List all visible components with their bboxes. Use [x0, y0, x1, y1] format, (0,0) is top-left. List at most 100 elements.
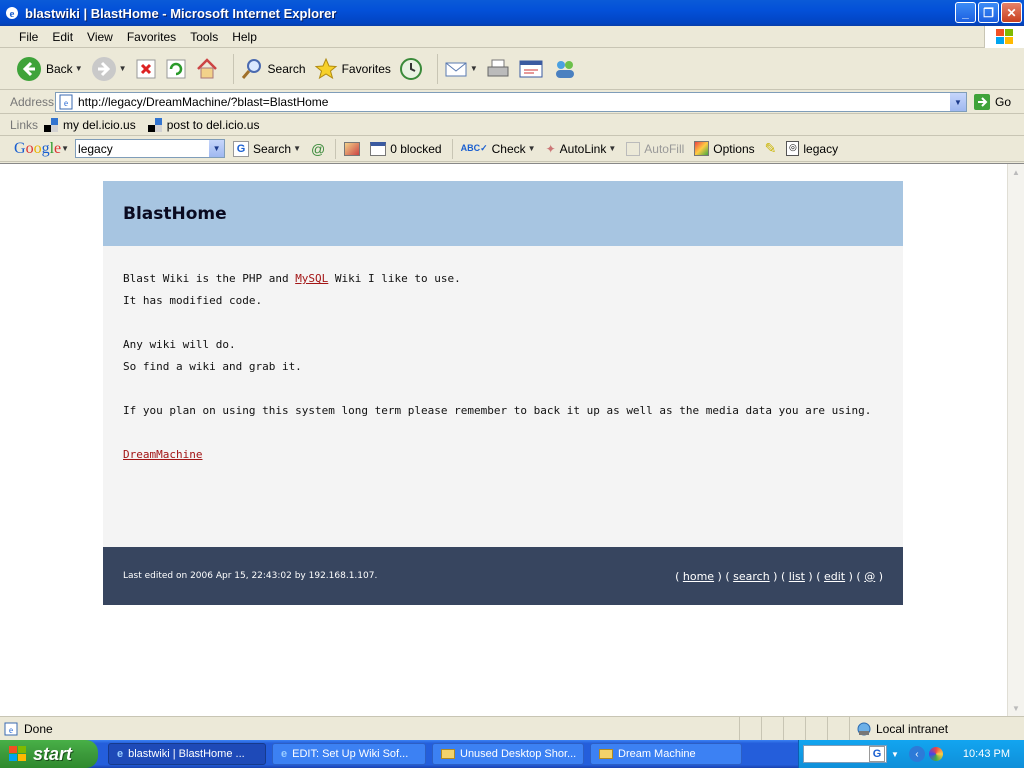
delicious-icon — [44, 117, 59, 132]
menu-bar: File Edit View Favorites Tools Help — [0, 26, 1024, 48]
find-icon: ◎ — [786, 141, 800, 156]
menu-tools[interactable]: Tools — [183, 30, 225, 44]
printer-icon — [487, 59, 509, 76]
scroll-down-icon[interactable]: ▼ — [1008, 700, 1024, 717]
start-label: start — [33, 743, 73, 764]
link-post-to-delicious[interactable]: post to del.icio.us — [147, 117, 259, 132]
history-button[interactable] — [399, 57, 423, 81]
forward-arrow-icon — [91, 56, 116, 81]
tray-expand-icon[interactable]: ‹ — [908, 746, 925, 762]
chevron-down-icon[interactable]: ▼ — [75, 64, 83, 73]
nav-home-link[interactable]: home — [683, 570, 714, 583]
content-line: If you plan on using this system long te… — [123, 404, 872, 417]
chevron-down-icon[interactable]: ▼ — [209, 140, 225, 157]
content-line: Blast Wiki is the PHP and MySQL Wiki I l… — [123, 272, 461, 285]
google-logo[interactable]: Google — [14, 140, 61, 158]
menu-help[interactable]: Help — [225, 30, 264, 44]
chevron-down-icon[interactable]: ▼ — [119, 64, 127, 73]
go-label: Go — [995, 95, 1012, 109]
options-icon — [694, 141, 710, 156]
vertical-scrollbar[interactable]: ▲ ▼ — [1007, 164, 1024, 717]
content-line: So find a wiki and grab it. — [123, 360, 302, 373]
options-button[interactable]: Options — [694, 141, 755, 156]
chevron-down-icon[interactable]: ▼ — [470, 64, 478, 73]
dreammachine-link[interactable]: DreamMachine — [123, 448, 202, 461]
clock[interactable]: 10:43 PM — [963, 748, 1010, 760]
status-bar: e Done Local intranet — [0, 716, 1024, 740]
autofill-button[interactable]: AutoFill — [626, 141, 684, 156]
ie-icon: e — [4, 5, 20, 21]
autolink-button[interactable]: ✦ AutoLink ▼ — [546, 142, 617, 156]
task-dream-machine[interactable]: Dream Machine — [590, 743, 742, 765]
print-button[interactable] — [486, 57, 510, 81]
mysql-link[interactable]: MySQL — [295, 272, 328, 285]
search-label: Search — [267, 61, 306, 76]
forward-button[interactable]: ▼ — [91, 56, 127, 82]
word-find-button[interactable]: ◎ legacy — [786, 141, 838, 156]
back-label: Back — [46, 61, 73, 76]
menu-favorites[interactable]: Favorites — [120, 30, 183, 44]
task-unused-desktop[interactable]: Unused Desktop Shor... — [432, 743, 584, 765]
nav-edit-link[interactable]: edit — [824, 570, 845, 583]
mail-button[interactable]: ▼ — [444, 57, 478, 81]
link-my-delicious[interactable]: my del.icio.us — [44, 117, 136, 132]
nav-search-link[interactable]: search — [733, 570, 770, 583]
menu-file[interactable]: File — [12, 30, 45, 44]
favorites-button[interactable]: Favorites — [314, 57, 391, 81]
home-button[interactable] — [195, 57, 219, 81]
star-icon — [314, 57, 337, 79]
spellcheck-icon: ABC✓ — [460, 143, 488, 153]
content-line: It has modified code. — [123, 294, 263, 307]
edit-button[interactable] — [518, 57, 544, 81]
scroll-up-icon[interactable]: ▲ — [1008, 164, 1024, 181]
search-button[interactable]: Search — [240, 57, 306, 81]
task-edit-wiki[interactable]: e EDIT: Set Up Wiki Sof... — [272, 743, 426, 765]
google-search-input[interactable]: legacy ▼ — [75, 139, 226, 158]
chevron-down-icon[interactable]: ▼ — [950, 93, 966, 111]
search-icon — [241, 58, 261, 79]
restore-button[interactable]: ❐ — [978, 2, 999, 23]
spellcheck-button[interactable]: ABC✓ Check ▼ — [461, 142, 536, 156]
address-url: http://legacy/DreamMachine/?blast=BlastH… — [78, 95, 329, 109]
popup-blocker-button[interactable]: 0 blocked — [370, 141, 442, 156]
google-search-button[interactable]: G Search ▼ — [233, 140, 301, 157]
go-button[interactable]: Go — [973, 93, 1011, 111]
news-icon — [344, 141, 361, 156]
highlight-button[interactable]: ✎ — [765, 140, 777, 157]
news-button[interactable] — [344, 141, 361, 156]
nav-list-link[interactable]: list — [789, 570, 805, 583]
go-arrow-icon — [974, 94, 990, 110]
minimize-button[interactable]: _ — [955, 2, 976, 23]
close-button[interactable]: ✕ — [1001, 2, 1022, 23]
task-blastwiki[interactable]: e blastwiki | BlastHome ... — [108, 743, 266, 765]
title-bar[interactable]: e blastwiki | BlastHome - Microsoft Inte… — [0, 0, 1024, 26]
chevron-down-icon[interactable]: ▼ — [528, 144, 536, 153]
pagerank-button[interactable]: @ — [311, 141, 325, 157]
highlighter-icon: ✎ — [764, 140, 777, 156]
taskbar: start e blastwiki | BlastHome ... e EDIT… — [0, 740, 1024, 768]
menu-edit[interactable]: Edit — [45, 30, 80, 44]
google-g-icon: G — [869, 746, 885, 762]
history-icon — [399, 57, 422, 80]
browser-tray-icon[interactable] — [928, 747, 943, 761]
address-input[interactable]: e http://legacy/DreamMachine/?blast=Blas… — [55, 92, 967, 112]
refresh-icon — [166, 59, 186, 78]
stop-icon — [136, 59, 156, 78]
folder-icon — [599, 749, 613, 759]
refresh-button[interactable] — [165, 58, 187, 80]
chevron-down-icon[interactable]: ▼ — [608, 144, 616, 153]
back-button[interactable]: Back ▼ — [16, 56, 83, 82]
chevron-down-icon[interactable]: ▼ — [61, 144, 69, 153]
desktop-search-input[interactable]: G — [803, 745, 887, 763]
standard-toolbar: Back ▼ ▼ Search Favorites ▼ — [0, 48, 1024, 90]
magic-wand-icon: ✦ — [545, 141, 556, 156]
ie-icon: e — [281, 748, 288, 760]
stop-button[interactable] — [135, 58, 157, 80]
svg-text:e: e — [10, 8, 15, 20]
messenger-button[interactable] — [552, 57, 578, 81]
chevron-down-icon[interactable]: ▼ — [293, 144, 301, 153]
menu-view[interactable]: View — [80, 30, 120, 44]
nav-at-link[interactable]: @ — [864, 570, 875, 583]
start-button[interactable]: start — [0, 740, 98, 768]
chevron-down-icon[interactable]: ▼ — [891, 750, 899, 759]
